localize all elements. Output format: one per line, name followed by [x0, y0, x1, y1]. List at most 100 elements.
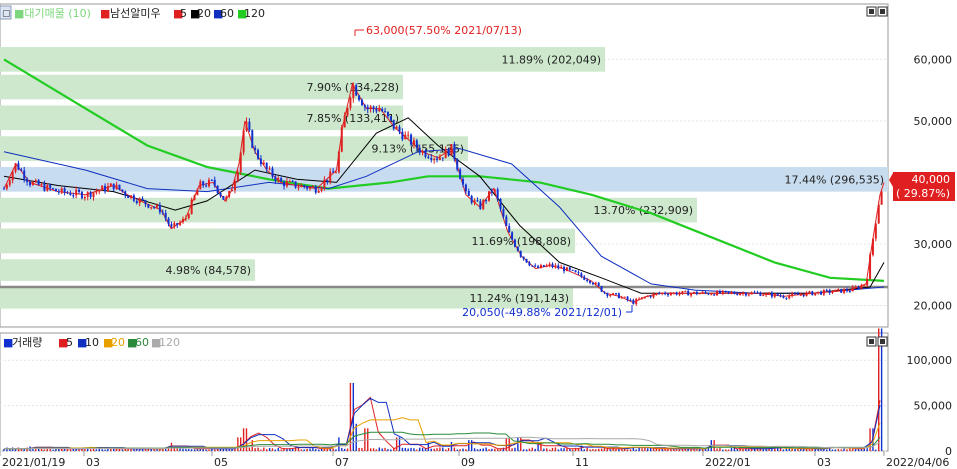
- candle-body: [499, 198, 502, 210]
- volume-bar: [725, 449, 727, 451]
- volume-bar: [188, 448, 190, 451]
- volume-bar: [320, 448, 323, 451]
- candle-body: [363, 105, 366, 107]
- candle-body: [473, 200, 476, 203]
- volume-bar: [196, 449, 199, 451]
- candle-body: [436, 158, 439, 160]
- volume-bar: [404, 447, 406, 451]
- volume-bar: [164, 448, 167, 451]
- volume-bar: [228, 449, 230, 451]
- candle-body: [811, 291, 814, 296]
- volume-bar: [563, 448, 565, 451]
- candle-body: [233, 181, 236, 191]
- candle-body: [626, 296, 629, 300]
- candle-body: [112, 183, 115, 190]
- volume-bar: [17, 447, 20, 451]
- candle-body: [170, 224, 173, 227]
- candle-body: [421, 150, 424, 153]
- candle-body: [843, 289, 846, 293]
- candle-body: [441, 157, 444, 159]
- candle-body: [565, 267, 568, 272]
- volume-bar: [199, 449, 202, 451]
- candle-body: [109, 183, 112, 186]
- candle-body: [571, 269, 574, 271]
- volume-bar: [361, 447, 363, 451]
- volume-bar: [332, 448, 334, 451]
- volume-bar: [309, 448, 311, 451]
- candle-body: [641, 297, 643, 299]
- volume-bar: [491, 448, 493, 451]
- candle-body: [346, 107, 349, 116]
- volume-bar: [248, 447, 251, 451]
- candle-body: [95, 191, 98, 193]
- volume-legend-ma60: 60: [135, 336, 149, 349]
- volume-bar: [557, 449, 559, 451]
- candle-body: [851, 287, 854, 292]
- volume-bar: [808, 449, 811, 451]
- candle-body: [736, 293, 739, 296]
- volume-bar: [849, 448, 851, 451]
- volume-bar: [453, 447, 456, 451]
- volume-bar: [843, 448, 845, 451]
- candle-body: [199, 181, 202, 190]
- volume-bar: [326, 449, 329, 451]
- price-profile-label: 17.44% (296,535): [784, 173, 884, 186]
- candle-body: [329, 171, 332, 182]
- volume-bar: [257, 447, 259, 451]
- candle-body: [207, 179, 210, 187]
- candle-body: [37, 180, 40, 185]
- candle-body: [369, 106, 372, 110]
- candle-body: [519, 251, 522, 257]
- candle-body: [583, 276, 586, 280]
- volume-bar: [208, 449, 210, 451]
- candle-body: [704, 291, 707, 293]
- candle-body: [372, 106, 375, 109]
- volume-bar: [840, 449, 842, 451]
- candle-body: [8, 180, 11, 185]
- volume-bar: [32, 449, 34, 451]
- candle-body: [28, 182, 31, 186]
- volume-bar: [343, 448, 346, 451]
- candle-body: [124, 191, 127, 196]
- candle-body: [228, 191, 231, 197]
- candle-body: [262, 162, 265, 165]
- price-legend-ma5: 5: [180, 7, 187, 20]
- candle-body: [880, 191, 883, 205]
- price-tick-label: 30,000: [914, 238, 953, 251]
- candle-body: [808, 291, 811, 293]
- candle-body: [805, 292, 808, 297]
- volume-bar: [572, 449, 574, 451]
- candle-body: [427, 156, 430, 159]
- volume-bar: [144, 449, 147, 451]
- volume-bar: [635, 449, 637, 451]
- candle-body: [837, 288, 840, 290]
- candle-body: [283, 181, 286, 187]
- candle-body: [502, 209, 505, 217]
- volume-bar: [644, 447, 646, 451]
- candle-body: [66, 192, 69, 194]
- volume-bar: [525, 449, 528, 451]
- candle-body: [551, 263, 554, 267]
- volume-bar: [6, 447, 8, 451]
- volume-bar: [716, 448, 718, 451]
- volume-bar: [439, 447, 441, 451]
- candle-body: [476, 200, 479, 202]
- candle-body: [485, 200, 488, 202]
- volume-bar: [89, 449, 92, 451]
- volume-bar: [95, 449, 98, 451]
- candle-body: [389, 116, 392, 120]
- candle-body: [606, 292, 609, 296]
- candle-body: [635, 299, 638, 305]
- volume-bar: [104, 449, 106, 451]
- volume-bar: [696, 449, 698, 451]
- candle-body: [418, 147, 421, 153]
- candle-body: [375, 108, 378, 112]
- candle-body: [534, 265, 537, 267]
- volume-bar: [462, 448, 464, 451]
- price-legend-marker: ■: [100, 7, 110, 20]
- candle-body: [5, 184, 8, 189]
- volume-bar: [470, 440, 473, 451]
- candle-body: [43, 183, 46, 191]
- volume-bar: [49, 449, 51, 451]
- volume-bar: [369, 448, 372, 451]
